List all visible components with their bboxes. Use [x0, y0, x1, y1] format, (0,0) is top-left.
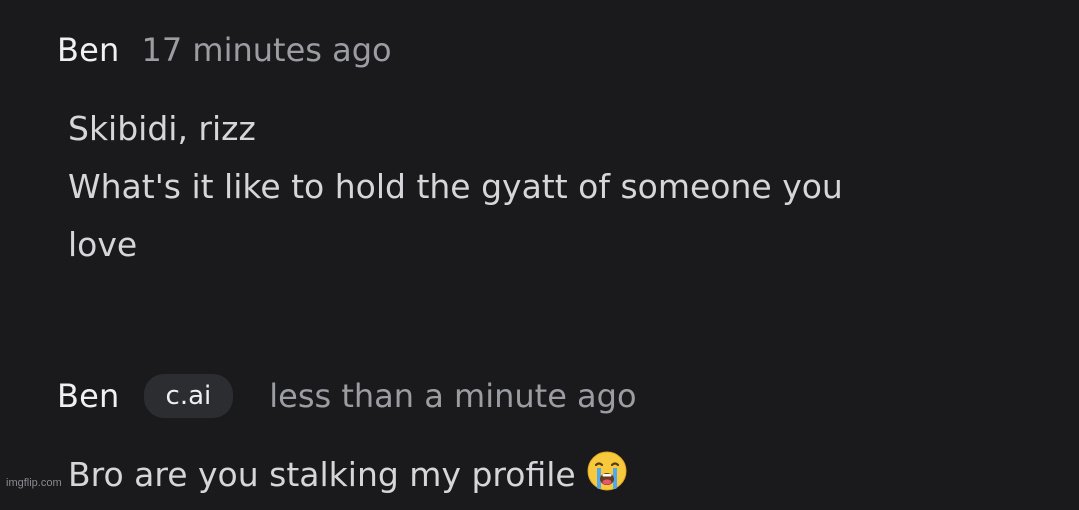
timestamp: 17 minutes ago [141, 31, 392, 69]
message-header: Ben 17 minutes ago [57, 26, 392, 74]
message-body: Bro are you stalking my profile [68, 446, 628, 510]
message-line: Bro are you stalking my profile [68, 455, 576, 494]
message-header: Ben c.ai less than a minute ago [57, 372, 637, 420]
message-line: love [68, 225, 138, 264]
timestamp: less than a minute ago [269, 377, 637, 415]
ai-badge: c.ai [143, 374, 234, 418]
loudly-crying-face-icon [586, 450, 628, 510]
watermark: imgflip.com [6, 477, 62, 489]
author-name[interactable]: Ben [57, 31, 120, 69]
message-line: Skibidi, rizz [68, 109, 256, 148]
message-line: What's it like to hold the gyatt of some… [68, 167, 843, 206]
message-body: Skibidi, rizz What's it like to hold the… [68, 100, 843, 274]
author-name[interactable]: Ben [57, 377, 120, 415]
